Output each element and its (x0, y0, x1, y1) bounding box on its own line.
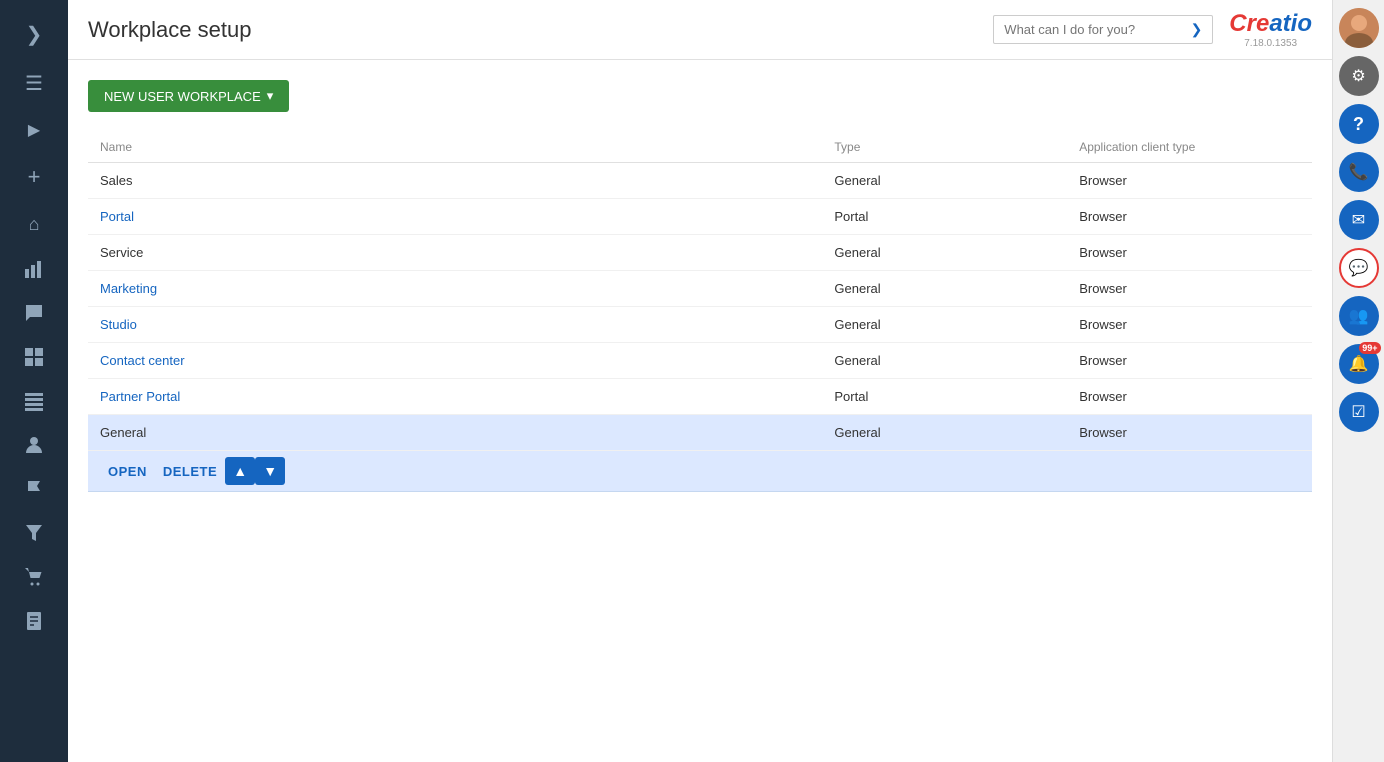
search-input[interactable] (1004, 22, 1190, 37)
help-button[interactable]: ? (1339, 104, 1379, 144)
col-app-client: Application client type (1067, 132, 1312, 163)
notification-badge: 99+ (1359, 342, 1380, 354)
cell-name[interactable]: General (88, 415, 822, 451)
tasks-button[interactable]: ☑ (1339, 392, 1379, 432)
action-row: OPENDELETE▲▼ (88, 451, 1312, 492)
video-icon: 👥 (1349, 306, 1369, 326)
sidebar-item-grid[interactable] (0, 335, 68, 379)
cell-app-client: Browser (1067, 199, 1312, 235)
cell-name[interactable]: Contact center (88, 343, 822, 379)
phone-button[interactable]: 📞 (1339, 152, 1379, 192)
workplaces-table: Name Type Application client type SalesG… (88, 132, 1312, 492)
cell-type: Portal (822, 379, 1067, 415)
search-box[interactable]: ❯ (993, 15, 1213, 44)
phone-icon: 📞 (1349, 162, 1369, 182)
cell-app-client: Browser (1067, 307, 1312, 343)
col-type: Type (822, 132, 1067, 163)
gear-button[interactable]: ⚙ (1339, 56, 1379, 96)
sidebar-item-funnel[interactable] (0, 511, 68, 555)
open-button[interactable]: OPEN (100, 460, 155, 483)
sidebar-item-list[interactable] (0, 379, 68, 423)
cell-name[interactable]: Marketing (88, 271, 822, 307)
delete-button[interactable]: DELETE (155, 460, 225, 483)
table-row[interactable]: Contact centerGeneralBrowser (88, 343, 1312, 379)
video-button[interactable]: 👥 (1339, 296, 1379, 336)
sidebar-item-flag[interactable] (0, 467, 68, 511)
sidebar-item-menu[interactable]: ☰ (0, 59, 68, 108)
action-cell: OPENDELETE▲▼ (88, 451, 1312, 492)
notification-button[interactable]: 🔔 99+ (1339, 344, 1379, 384)
sidebar-item-home[interactable]: ▶ (0, 108, 68, 152)
cell-type: General (822, 343, 1067, 379)
tasks-icon: ☑ (1351, 402, 1365, 422)
cell-app-client: Browser (1067, 235, 1312, 271)
move-down-button[interactable]: ▼ (255, 457, 285, 485)
top-header: Workplace setup ❯ Creatio 7.18.0.1353 (68, 0, 1332, 60)
table-row[interactable]: ServiceGeneralBrowser (88, 235, 1312, 271)
logo-text: Creatio (1229, 10, 1312, 38)
table-row[interactable]: PortalPortalBrowser (88, 199, 1312, 235)
table-row[interactable]: GeneralGeneralBrowser (88, 415, 1312, 451)
left-sidebar: ❯ ☰ ▶ + ⌂ (0, 0, 68, 762)
help-icon: ? (1353, 114, 1364, 135)
email-icon: ✉ (1352, 210, 1365, 230)
sidebar-item-person[interactable] (0, 423, 68, 467)
sidebar-item-collapse[interactable]: ❯ (0, 10, 68, 59)
cell-name[interactable]: Studio (88, 307, 822, 343)
avatar[interactable] (1339, 8, 1379, 48)
cell-app-client: Browser (1067, 343, 1312, 379)
cell-app-client: Browser (1067, 415, 1312, 451)
notification-icon: 🔔 (1349, 354, 1369, 374)
cell-type: Portal (822, 199, 1067, 235)
right-sidebar: ⚙ ? 📞 ✉ 💬 👥 🔔 99+ ☑ (1332, 0, 1384, 762)
cell-name[interactable]: Partner Portal (88, 379, 822, 415)
cell-app-client: Browser (1067, 379, 1312, 415)
table-row[interactable]: SalesGeneralBrowser (88, 163, 1312, 199)
email-button[interactable]: ✉ (1339, 200, 1379, 240)
cell-type: General (822, 307, 1067, 343)
cell-app-client: Browser (1067, 163, 1312, 199)
cell-name[interactable]: Service (88, 235, 822, 271)
table-row[interactable]: Partner PortalPortalBrowser (88, 379, 1312, 415)
cell-type: General (822, 163, 1067, 199)
table-header-row: Name Type Application client type (88, 132, 1312, 163)
chat-button[interactable]: 💬 (1339, 248, 1379, 288)
gear-icon: ⚙ (1351, 66, 1365, 86)
table-row[interactable]: StudioGeneralBrowser (88, 307, 1312, 343)
col-name: Name (88, 132, 822, 163)
main-content: Workplace setup ❯ Creatio 7.18.0.1353 NE… (68, 0, 1332, 762)
new-user-workplace-button[interactable]: NEW USER WORKPLACE ▾ (88, 80, 289, 112)
search-arrow-icon[interactable]: ❯ (1191, 21, 1203, 38)
logo-version: 7.18.0.1353 (1244, 38, 1297, 49)
header-right: ❯ Creatio 7.18.0.1353 (993, 10, 1312, 49)
sidebar-item-add[interactable]: + (0, 152, 68, 202)
cell-type: General (822, 415, 1067, 451)
cell-name[interactable]: Sales (88, 163, 822, 199)
chat-icon: 💬 (1349, 258, 1369, 278)
sidebar-item-note[interactable] (0, 599, 68, 643)
sidebar-item-chat[interactable] (0, 291, 68, 335)
table-row[interactable]: MarketingGeneralBrowser (88, 271, 1312, 307)
move-up-button[interactable]: ▲ (225, 457, 255, 485)
content-area: NEW USER WORKPLACE ▾ Name Type Applicati… (68, 60, 1332, 762)
cell-name[interactable]: Portal (88, 199, 822, 235)
cell-app-client: Browser (1067, 271, 1312, 307)
logo-area: Creatio 7.18.0.1353 (1229, 10, 1312, 49)
cell-type: General (822, 235, 1067, 271)
sidebar-item-cart[interactable] (0, 555, 68, 599)
sidebar-item-chart[interactable] (0, 247, 68, 291)
page-title: Workplace setup (88, 17, 251, 43)
cell-type: General (822, 271, 1067, 307)
sidebar-item-dashboard[interactable]: ⌂ (0, 202, 68, 247)
